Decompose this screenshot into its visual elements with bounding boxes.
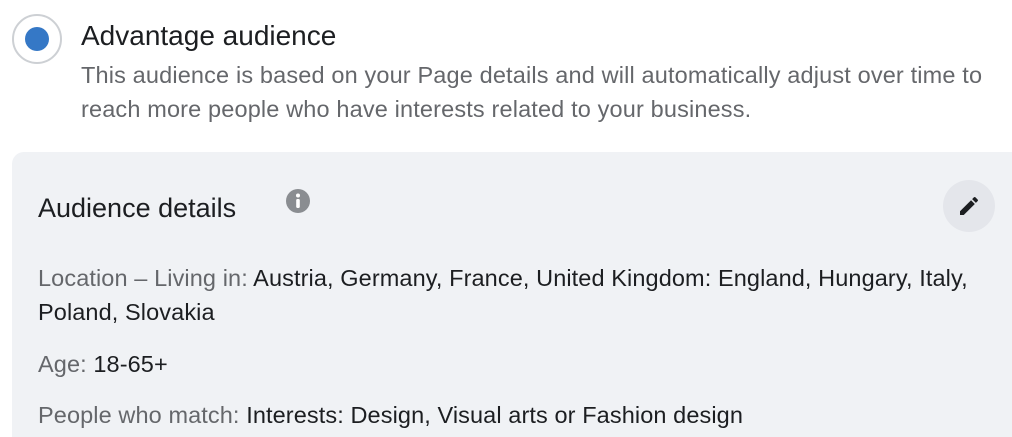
- match-label: People who match:: [38, 402, 247, 428]
- audience-details-card: Audience details Location – Living in: A…: [12, 152, 1012, 437]
- match-value: Interests: Design, Visual arts or Fashio…: [246, 402, 744, 428]
- age-label: Age:: [38, 351, 94, 377]
- match-detail: People who match: Interests: Design, Vis…: [38, 398, 743, 432]
- edit-audience-button[interactable]: [943, 180, 995, 232]
- age-detail: Age: 18-65+: [38, 347, 168, 381]
- pencil-icon: [960, 196, 979, 215]
- advantage-audience-option[interactable]: Advantage audience This audience is base…: [0, 0, 1012, 150]
- location-label: Location – Living in:: [38, 265, 254, 291]
- age-value: 18-65+: [93, 351, 168, 377]
- radio-selected-dot: [25, 27, 49, 51]
- advantage-audience-radio[interactable]: [12, 14, 62, 64]
- option-description: This audience is based on your Page deta…: [81, 62, 983, 122]
- info-icon[interactable]: [285, 188, 311, 214]
- audience-details-title: Audience details: [38, 193, 237, 223]
- location-detail: Location – Living in: Austria, Germany, …: [38, 261, 978, 329]
- option-title: Advantage audience: [81, 20, 337, 51]
